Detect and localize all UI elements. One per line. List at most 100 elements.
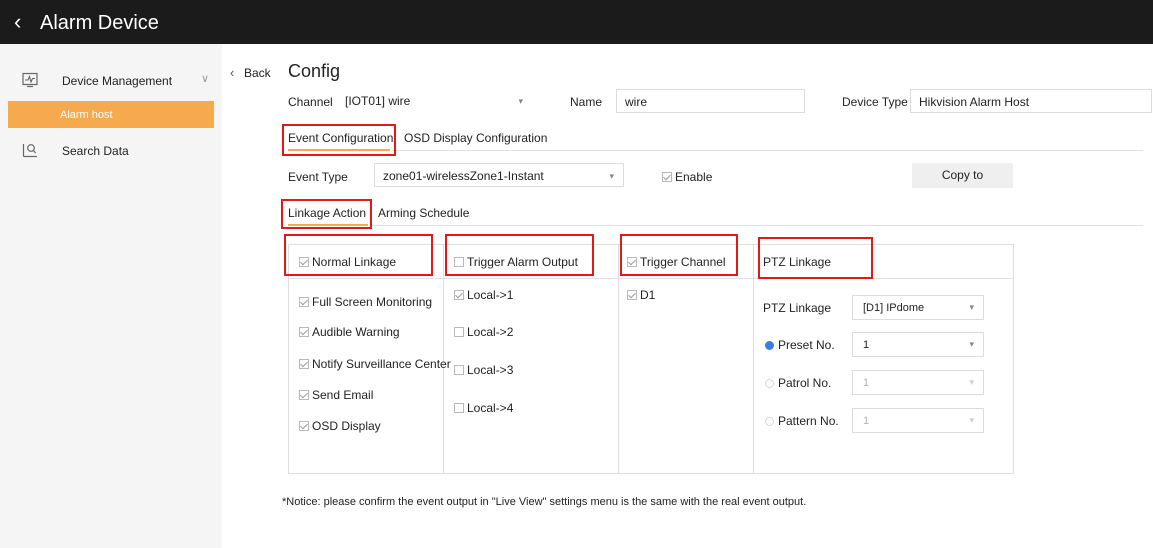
normal-linkage-item[interactable]: Send Email (299, 388, 373, 402)
sidebar-item-device-management[interactable]: Device Management ∨ (0, 66, 222, 94)
checkbox-unchecked-icon (454, 365, 464, 375)
chevron-down-icon[interactable]: ∨ (201, 72, 209, 85)
title-bar: ‹ Alarm Device (0, 0, 1153, 44)
app-title: Alarm Device (40, 12, 159, 34)
checkbox-checked-icon (299, 421, 309, 431)
normal-linkage-item[interactable]: OSD Display (299, 419, 381, 433)
select-caret-icon: ▾ (969, 377, 974, 387)
checkbox-checked-icon (454, 290, 464, 300)
sidebar-subitem-alarm-host[interactable]: Alarm host (8, 101, 214, 128)
channel-value: [IOT01] wire (345, 94, 411, 108)
item-label: Local->4 (467, 401, 514, 415)
ptz-linkage-value: [D1] IPdome (863, 302, 925, 314)
normal-linkage-item[interactable]: Notify Surveillance Center (299, 357, 451, 371)
device-type-label: Device Type (842, 95, 908, 109)
preset-radio[interactable] (765, 341, 774, 350)
item-label: Local->2 (467, 325, 514, 339)
column-divider (618, 245, 619, 473)
tab-arming-schedule[interactable]: Arming Schedule (378, 206, 469, 220)
back-chevron-icon[interactable]: ‹ (230, 65, 234, 80)
channel-select[interactable]: [IOT01] wire ▾ (337, 89, 532, 113)
checkbox-checked-icon (299, 390, 309, 400)
select-caret-icon: ▾ (969, 339, 974, 349)
device-type-field: Hikvision Alarm Host (910, 89, 1152, 113)
checkbox-checked-icon (627, 257, 637, 267)
checkbox-unchecked-icon (454, 327, 464, 337)
tab-divider (392, 150, 1143, 151)
patrol-label: Patrol No. (778, 376, 832, 390)
checkbox-checked-icon (627, 290, 637, 300)
ptz-linkage-header: PTZ Linkage (763, 255, 832, 269)
checkbox-checked-icon (299, 257, 309, 267)
active-tab-indicator (288, 149, 390, 151)
linkage-panel: Normal Linkage Trigger Alarm Output Trig… (288, 244, 1014, 474)
select-caret-icon: ▾ (969, 302, 974, 312)
tab-event-configuration[interactable]: Event Configuration (288, 131, 393, 145)
ptz-linkage-select[interactable]: [D1] IPdome ▾ (852, 295, 984, 320)
sidebar-item-label: Search Data (62, 144, 129, 158)
search-data-icon (22, 144, 37, 158)
select-caret-icon: ▾ (969, 415, 974, 425)
item-label: Local->3 (467, 363, 514, 377)
trigger-alarm-output-header[interactable]: Trigger Alarm Output (454, 255, 578, 269)
header-label: Trigger Channel (640, 255, 726, 269)
checkbox-unchecked-icon (454, 403, 464, 413)
pattern-select[interactable]: 1 ▾ (852, 408, 984, 433)
normal-linkage-header[interactable]: Normal Linkage (299, 255, 396, 269)
preset-value: 1 (863, 339, 870, 351)
item-label: Audible Warning (312, 325, 400, 339)
page-title: Config (288, 61, 341, 81)
trigger-channel-header[interactable]: Trigger Channel (627, 255, 726, 269)
alarm-output-item[interactable]: Local->3 (454, 363, 513, 377)
copy-to-button[interactable]: Copy to (912, 163, 1013, 188)
item-label: D1 (640, 288, 656, 302)
name-field[interactable]: wire (616, 89, 805, 113)
checkbox-unchecked-icon (454, 257, 464, 267)
pattern-value: 1 (863, 415, 870, 427)
checkbox-checked-icon (662, 172, 672, 182)
trigger-channel-item[interactable]: D1 (627, 288, 655, 302)
sidebar-item-search-data[interactable]: Search Data (0, 136, 222, 164)
item-label: Send Email (312, 388, 374, 402)
sidebar-item-label: Device Management (62, 74, 173, 88)
event-type-label: Event Type (288, 170, 348, 184)
notice-text: *Notice: please confirm the event output… (282, 496, 807, 508)
active-subtab-indicator (288, 224, 368, 226)
back-link[interactable]: Back (244, 66, 271, 80)
chevron-left-icon[interactable]: ‹ (14, 11, 21, 33)
header-label: Normal Linkage (312, 255, 397, 269)
preset-label: Preset No. (778, 338, 835, 352)
patrol-value: 1 (863, 377, 870, 389)
alarm-output-item[interactable]: Local->2 (454, 325, 513, 339)
item-label: Full Screen Monitoring (312, 295, 433, 309)
channel-label: Channel (288, 95, 333, 109)
item-label: Notify Surveillance Center (312, 357, 451, 371)
tab-osd-display-configuration[interactable]: OSD Display Configuration (404, 131, 547, 145)
preset-select[interactable]: 1 ▾ (852, 332, 984, 357)
sidebar-subitem-label: Alarm host (60, 109, 113, 121)
name-label: Name (570, 95, 603, 109)
name-value: wire (625, 95, 648, 109)
subtab-divider (372, 225, 1143, 226)
enable-label: Enable (675, 170, 713, 184)
header-label: Trigger Alarm Output (467, 255, 578, 269)
device-type-value: Hikvision Alarm Host (919, 95, 1030, 109)
device-management-icon (22, 72, 38, 88)
checkbox-checked-icon (299, 297, 309, 307)
patrol-select[interactable]: 1 ▾ (852, 370, 984, 395)
tab-linkage-action[interactable]: Linkage Action (288, 206, 366, 220)
ptz-linkage-label: PTZ Linkage (763, 301, 832, 315)
alarm-output-item[interactable]: Local->4 (454, 401, 513, 415)
pattern-label: Pattern No. (778, 414, 839, 428)
pattern-radio[interactable] (765, 417, 774, 426)
patrol-radio[interactable] (765, 379, 774, 388)
event-type-select[interactable]: zone01-wirelessZone1-Instant ▾ (374, 163, 624, 187)
enable-checkbox[interactable]: Enable (662, 170, 712, 184)
select-caret-icon: ▾ (609, 171, 614, 181)
alarm-output-item[interactable]: Local->1 (454, 288, 513, 302)
normal-linkage-item[interactable]: Full Screen Monitoring (299, 295, 432, 309)
normal-linkage-item[interactable]: Audible Warning (299, 325, 400, 339)
column-divider (753, 245, 754, 473)
main-content: ‹ Back Config Channel [IOT01] wire ▾ Nam… (222, 44, 1153, 548)
item-label: Local->1 (467, 288, 514, 302)
